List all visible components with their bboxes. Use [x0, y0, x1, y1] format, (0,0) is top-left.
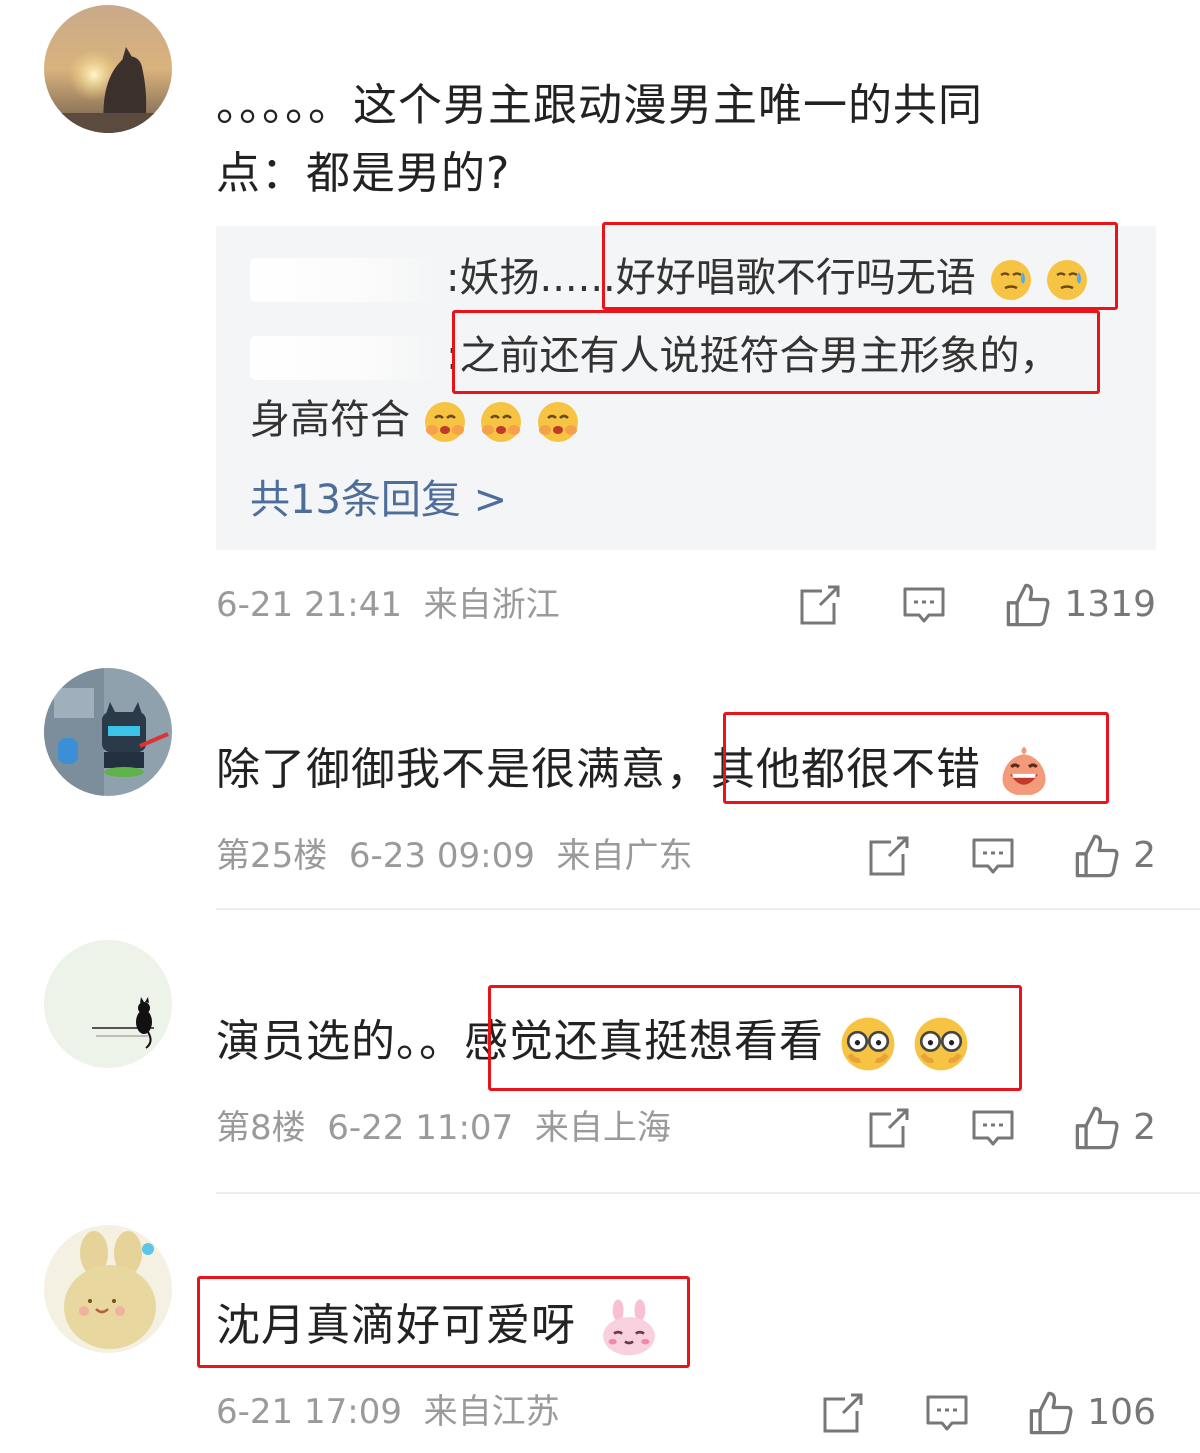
- comment-icon: [926, 1395, 968, 1431]
- divider: [216, 1192, 1200, 1194]
- avatar[interactable]: [44, 940, 172, 1068]
- thumbs-up-icon: [1007, 583, 1050, 627]
- comment-actions: 2: [865, 1103, 1156, 1153]
- like-button[interactable]: 1319: [1004, 581, 1156, 629]
- comment-text-line-1: 。。。。。这个男主跟动漫男主唯一的共同: [216, 80, 983, 131]
- share-icon: [869, 836, 909, 876]
- comment-button[interactable]: [969, 832, 1017, 880]
- avatar[interactable]: [44, 1225, 172, 1353]
- divider: [216, 908, 1200, 910]
- share-icon: [823, 1393, 863, 1433]
- highlight-box: [488, 985, 1022, 1091]
- like-button[interactable]: 2: [1073, 1104, 1156, 1152]
- highlight-box: [723, 712, 1109, 804]
- thumbs-up-icon: [1075, 1106, 1119, 1150]
- comment-actions: 106: [819, 1388, 1156, 1438]
- comment-actions: 2: [865, 831, 1156, 881]
- thumbs-up-icon: [1075, 834, 1119, 878]
- avatar[interactable]: [44, 5, 172, 133]
- comment-meta: 第25楼 6-23 09:09 来自广东: [216, 836, 693, 876]
- blush-emoji: [479, 400, 523, 444]
- like-count: 106: [1087, 1392, 1156, 1433]
- comment-icon: [972, 838, 1014, 874]
- reply-2-continued: 身高符合: [250, 394, 580, 446]
- like-count: 1319: [1064, 584, 1156, 625]
- comment-meta: 6-21 17:09 来自江苏: [216, 1392, 560, 1432]
- share-icon: [800, 585, 840, 625]
- comment-meta: 第8楼 6-22 11:07 来自上海: [216, 1108, 671, 1148]
- share-button[interactable]: [796, 581, 844, 629]
- comment-button[interactable]: [900, 581, 948, 629]
- share-button[interactable]: [819, 1389, 867, 1437]
- share-button[interactable]: [865, 1104, 913, 1152]
- comment-meta: 6-21 21:41 来自浙江: [216, 585, 560, 625]
- share-icon: [869, 1108, 909, 1148]
- highlight-box: [452, 310, 1100, 394]
- more-replies-link[interactable]: 共13条回复 >: [250, 474, 507, 526]
- comment-text-line-2: 点：都是男的?: [216, 148, 511, 199]
- thumbs-up-icon: [1030, 1391, 1073, 1435]
- share-button[interactable]: [865, 832, 913, 880]
- blush-emoji: [536, 400, 580, 444]
- like-button[interactable]: 2: [1073, 832, 1156, 880]
- highlight-box: [602, 222, 1118, 310]
- like-count: 2: [1133, 1107, 1156, 1148]
- comment-button[interactable]: [969, 1104, 1017, 1152]
- blurred-username: [250, 336, 440, 380]
- blush-emoji: [423, 400, 467, 444]
- blurred-username: [250, 258, 440, 302]
- highlight-box: [197, 1276, 690, 1368]
- comment-button[interactable]: [923, 1389, 971, 1437]
- like-button[interactable]: 106: [1027, 1389, 1156, 1437]
- comment-1: 。。。。。这个男主跟动漫男主唯一的共同 点：都是男的? :妖扬......好好唱…: [0, 0, 1200, 650]
- comment-icon: [903, 587, 945, 623]
- like-count: 2: [1133, 835, 1156, 876]
- avatar[interactable]: [44, 668, 172, 796]
- comment-icon: [972, 1110, 1014, 1146]
- comment-actions: 1319: [796, 580, 1156, 630]
